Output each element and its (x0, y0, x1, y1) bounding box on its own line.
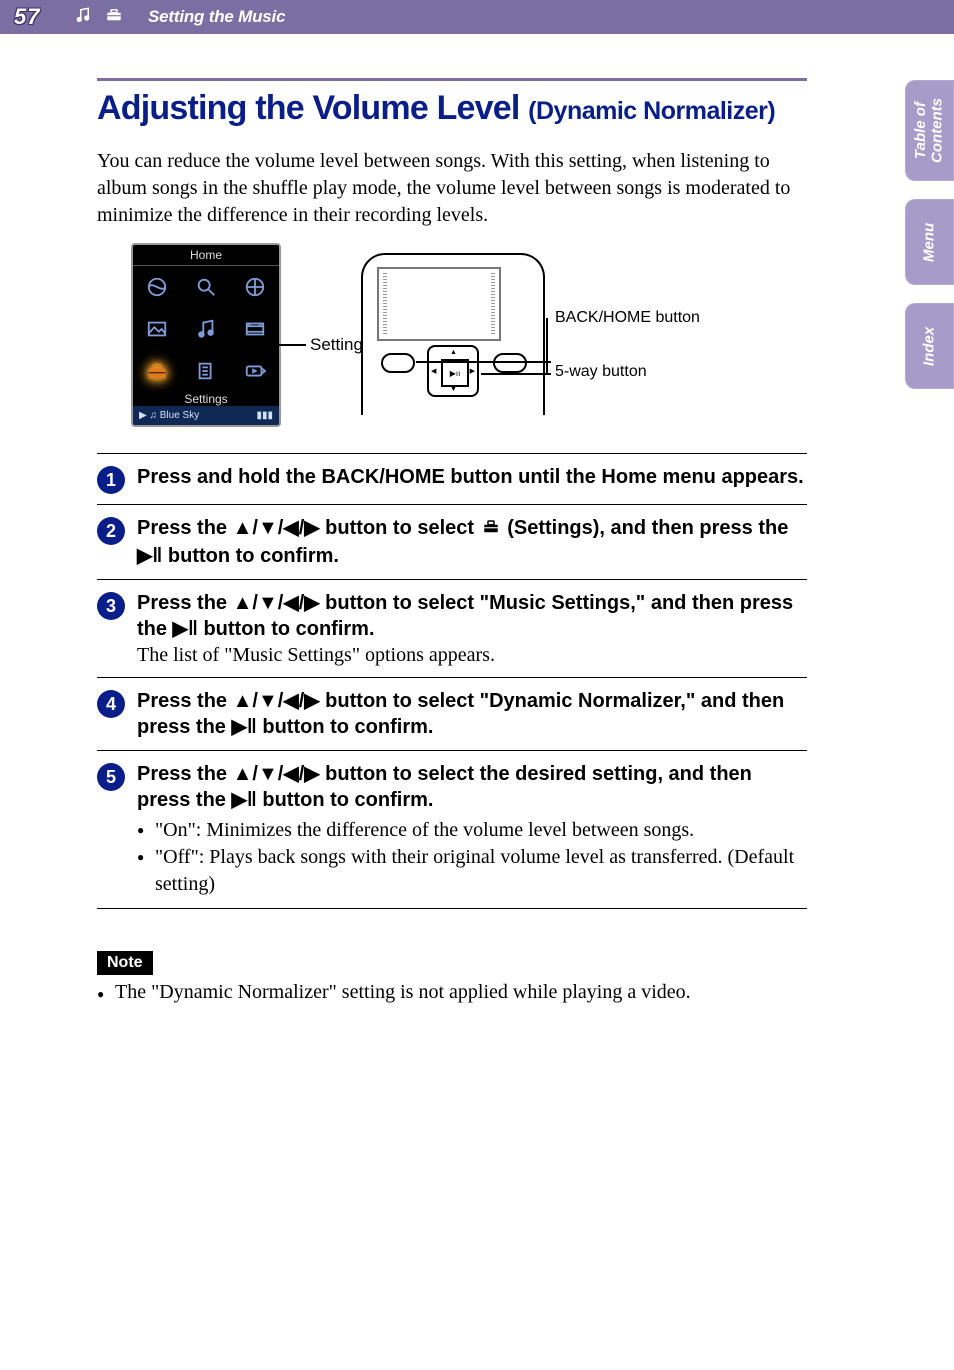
header-bar: 57 Setting the Music (0, 0, 954, 34)
steps-bottom-rule (97, 908, 807, 909)
header-icons (74, 6, 124, 29)
step-3-title: Press the ▲/▼/◀/▶ button to select "Musi… (137, 590, 807, 642)
home-screenshot: Home Settings ▶ ♫ Blue Sky ▮▮▮ (131, 243, 281, 427)
callout-vline (546, 318, 548, 373)
home-icon-playlist (182, 350, 231, 392)
home-icon-sensme (133, 266, 182, 308)
step-4: 4 Press the ▲/▼/◀/▶ button to select "Dy… (97, 677, 807, 750)
music-note-icon (74, 6, 92, 29)
toolbox-icon (480, 517, 502, 543)
page-number: 57 (0, 4, 74, 30)
note-item: The "Dynamic Normalizer" setting is not … (97, 981, 824, 1004)
step-5-title: Press the ▲/▼/◀/▶ button to select the d… (137, 761, 807, 813)
step-5: 5 Press the ▲/▼/◀/▶ button to select the… (97, 750, 807, 908)
note-list: The "Dynamic Normalizer" setting is not … (97, 981, 824, 1004)
home-icon-music (182, 308, 231, 350)
device-5way-button: ▲▼◀▶ ▶ıı (427, 345, 479, 397)
title-main: Adjusting the Volume Level (97, 89, 528, 127)
home-selected-label: Settings (133, 392, 279, 406)
device-back-home-button (381, 353, 415, 373)
step-4-title: Press the ▲/▼/◀/▶ button to select "Dyna… (137, 688, 807, 740)
device-screen (377, 267, 501, 341)
home-grid (133, 266, 279, 392)
home-now-playing-bar: ▶ ♫ Blue Sky ▮▮▮ (133, 406, 279, 425)
home-icon-nowplaying (230, 350, 279, 392)
callout-line (416, 361, 551, 363)
five-way-callout: 5-way button (555, 363, 647, 381)
now-playing-text: ♫ Blue Sky (149, 410, 199, 421)
home-icon-fm (230, 266, 279, 308)
device-option-button (493, 353, 527, 373)
steps-list: 1 Press and hold the BACK/HOME button un… (97, 453, 824, 908)
step-5-bullets: "On": Minimizes the difference of the vo… (137, 817, 807, 898)
home-menu-figure: Home Settings ▶ ♫ Blue Sky ▮▮▮ (131, 243, 281, 427)
step-5-bullet-off: "Off": Plays back songs with their origi… (137, 844, 807, 898)
heading-rule (97, 78, 807, 81)
step-3: 3 Press the ▲/▼/◀/▶ button to select "Mu… (97, 579, 807, 677)
home-icon-photo (133, 308, 182, 350)
step-number-icon: 3 (97, 592, 125, 620)
page-content: Adjusting the Volume Level (Dynamic Norm… (0, 34, 954, 1044)
step-2: 2 Press the ▲/▼/◀/▶ button to select (Se… (97, 504, 807, 579)
section-title: Setting the Music (148, 7, 285, 27)
note-label: Note (97, 951, 153, 975)
home-icon-video (230, 308, 279, 350)
callout-line (481, 373, 551, 375)
toolbox-icon (104, 6, 124, 29)
title-sub: (Dynamic Normalizer) (528, 97, 775, 125)
step-number-icon: 2 (97, 517, 125, 545)
step-1: 1 Press and hold the BACK/HOME button un… (97, 453, 807, 504)
step-number-icon: 1 (97, 466, 125, 494)
step-number-icon: 4 (97, 690, 125, 718)
device-figure: ▲▼◀▶ ▶ıı BACK/HOME button 5-way button (341, 253, 711, 423)
step-1-title: Press and hold the BACK/HOME button unti… (137, 464, 807, 490)
home-icon-search (182, 266, 231, 308)
note-section: Note The "Dynamic Normalizer" setting is… (97, 951, 824, 1004)
figures-row: Home Settings ▶ ♫ Blue Sky ▮▮▮ (131, 243, 824, 427)
back-home-callout: BACK/HOME button (555, 309, 700, 327)
step-number-icon: 5 (97, 763, 125, 791)
step-3-desc: The list of "Music Settings" options app… (137, 644, 807, 667)
intro-text: You can reduce the volume level between … (97, 148, 824, 229)
step-5-bullet-on: "On": Minimizes the difference of the vo… (137, 817, 807, 844)
battery-icon: ▮▮▮ (256, 410, 273, 421)
step-2-title: Press the ▲/▼/◀/▶ button to select (Sett… (137, 515, 807, 569)
home-header-label: Home (133, 245, 279, 266)
page-title: Adjusting the Volume Level (Dynamic Norm… (97, 89, 824, 128)
home-icon-settings (133, 350, 182, 392)
